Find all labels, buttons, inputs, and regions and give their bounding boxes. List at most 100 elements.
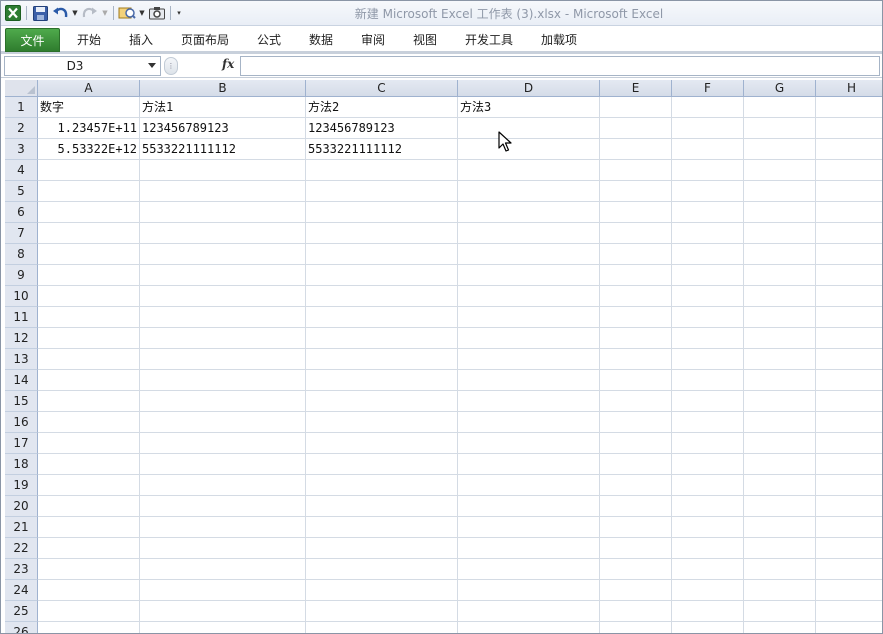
cell-f6[interactable] [672,202,744,223]
cell-e5[interactable] [600,181,672,202]
cell-d4[interactable] [458,160,600,181]
tab-data[interactable]: 数据 [298,28,344,52]
cell-a19[interactable] [38,475,140,496]
cell-c14[interactable] [306,370,458,391]
cell-a1[interactable]: 数字 [38,97,140,118]
cell-f21[interactable] [672,517,744,538]
cell-e16[interactable] [600,412,672,433]
cell-d10[interactable] [458,286,600,307]
cell-e26[interactable] [600,622,672,634]
tab-home[interactable]: 开始 [66,28,112,52]
cell-f25[interactable] [672,601,744,622]
cell-g10[interactable] [744,286,816,307]
row-header-9[interactable]: 9 [5,265,38,286]
cell-c6[interactable] [306,202,458,223]
column-header-b[interactable]: B [140,80,306,97]
cell-g21[interactable] [744,517,816,538]
cell-e2[interactable] [600,118,672,139]
cell-e6[interactable] [600,202,672,223]
cell-e24[interactable] [600,580,672,601]
cell-h7[interactable] [816,223,883,244]
cell-e14[interactable] [600,370,672,391]
cell-f26[interactable] [672,622,744,634]
cell-c15[interactable] [306,391,458,412]
cell-c12[interactable] [306,328,458,349]
cell-d12[interactable] [458,328,600,349]
row-header-20[interactable]: 20 [5,496,38,517]
cell-b1[interactable]: 方法1 [140,97,306,118]
row-header-14[interactable]: 14 [5,370,38,391]
cell-d2[interactable] [458,118,600,139]
cell-g9[interactable] [744,265,816,286]
select-all-corner[interactable] [5,80,38,97]
cell-b10[interactable] [140,286,306,307]
cell-c20[interactable] [306,496,458,517]
cell-g26[interactable] [744,622,816,634]
cell-e12[interactable] [600,328,672,349]
row-header-24[interactable]: 24 [5,580,38,601]
cell-e25[interactable] [600,601,672,622]
column-header-c[interactable]: C [306,80,458,97]
cell-d9[interactable] [458,265,600,286]
cell-g5[interactable] [744,181,816,202]
cell-f22[interactable] [672,538,744,559]
cell-b19[interactable] [140,475,306,496]
row-header-19[interactable]: 19 [5,475,38,496]
cell-h21[interactable] [816,517,883,538]
cell-f10[interactable] [672,286,744,307]
cell-e4[interactable] [600,160,672,181]
cell-g20[interactable] [744,496,816,517]
column-header-d[interactable]: D [458,80,600,97]
row-header-3[interactable]: 3 [5,139,38,160]
chevron-down-icon[interactable] [148,63,156,68]
cell-f7[interactable] [672,223,744,244]
cell-h17[interactable] [816,433,883,454]
cell-g8[interactable] [744,244,816,265]
cell-d20[interactable] [458,496,600,517]
cell-e18[interactable] [600,454,672,475]
cell-g24[interactable] [744,580,816,601]
cell-h25[interactable] [816,601,883,622]
row-header-11[interactable]: 11 [5,307,38,328]
row-header-5[interactable]: 5 [5,181,38,202]
cell-h4[interactable] [816,160,883,181]
cell-h18[interactable] [816,454,883,475]
cell-h6[interactable] [816,202,883,223]
cell-c7[interactable] [306,223,458,244]
cell-h11[interactable] [816,307,883,328]
tab-insert[interactable]: 插入 [118,28,164,52]
cell-g13[interactable] [744,349,816,370]
cell-f15[interactable] [672,391,744,412]
cell-b3[interactable]: 5533221111112 [140,139,306,160]
cell-f2[interactable] [672,118,744,139]
tab-view[interactable]: 视图 [402,28,448,52]
cell-c23[interactable] [306,559,458,580]
row-header-2[interactable]: 2 [5,118,38,139]
row-header-10[interactable]: 10 [5,286,38,307]
cell-a18[interactable] [38,454,140,475]
row-header-25[interactable]: 25 [5,601,38,622]
cell-b7[interactable] [140,223,306,244]
cell-c5[interactable] [306,181,458,202]
cell-h16[interactable] [816,412,883,433]
cell-a17[interactable] [38,433,140,454]
cell-e19[interactable] [600,475,672,496]
cell-b12[interactable] [140,328,306,349]
cell-g11[interactable] [744,307,816,328]
cell-h3[interactable] [816,139,883,160]
cell-c21[interactable] [306,517,458,538]
cell-e20[interactable] [600,496,672,517]
cell-d6[interactable] [458,202,600,223]
cell-a9[interactable] [38,265,140,286]
row-header-17[interactable]: 17 [5,433,38,454]
cell-a4[interactable] [38,160,140,181]
name-box[interactable]: D3 [4,56,161,76]
cell-g1[interactable] [744,97,816,118]
tab-page-layout[interactable]: 页面布局 [172,28,238,52]
cell-d14[interactable] [458,370,600,391]
cell-f19[interactable] [672,475,744,496]
cell-d11[interactable] [458,307,600,328]
cell-e10[interactable] [600,286,672,307]
cell-e7[interactable] [600,223,672,244]
cell-d8[interactable] [458,244,600,265]
